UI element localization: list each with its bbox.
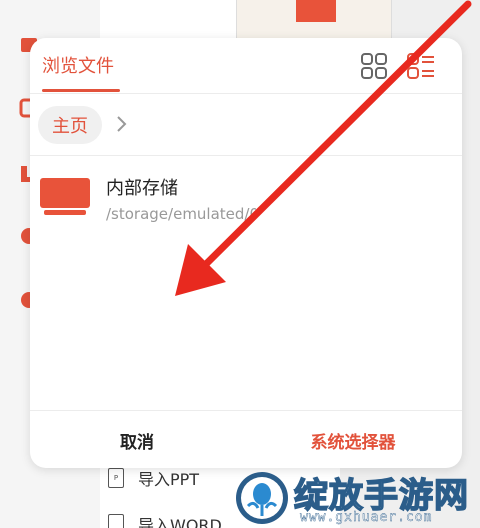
background-thumbnail-accent <box>296 0 336 22</box>
grid-view-icon[interactable] <box>360 52 388 80</box>
breadcrumb: 主页 <box>30 94 462 156</box>
active-tab-indicator <box>42 89 120 92</box>
storage-path: /storage/emulated/0 <box>106 205 256 223</box>
breadcrumb-home[interactable]: 主页 <box>38 106 102 144</box>
document-icon: P <box>108 468 124 488</box>
list-view-icon[interactable] <box>406 52 436 80</box>
document-badge: P <box>113 474 119 482</box>
import-ppt-label: 导入PPT <box>138 470 200 489</box>
list-item-internal-storage[interactable]: 内部存储 /storage/emulated/0 <box>30 158 462 238</box>
dialog-footer: 取消 系统选择器 <box>30 410 462 468</box>
import-word-label: 导入WORD <box>138 516 222 528</box>
browse-files-dialog: 浏览文件 主页 内部存储 /storage/emulated/0 取消 系统选择… <box>30 38 462 468</box>
document-icon <box>108 514 124 528</box>
cancel-button[interactable]: 取消 <box>30 411 244 468</box>
folder-icon <box>40 178 90 215</box>
system-picker-button[interactable]: 系统选择器 <box>244 411 462 468</box>
dialog-header: 浏览文件 <box>30 38 462 94</box>
chevron-right-icon <box>117 116 127 132</box>
watermark-url: www.gxhuaer.com <box>300 510 433 525</box>
tab-browse-files[interactable]: 浏览文件 <box>42 52 114 78</box>
site-watermark: 绽放手游网 www.gxhuaer.com <box>230 466 480 528</box>
storage-name: 内部存储 <box>106 178 178 199</box>
watermark-logo-icon <box>236 472 288 524</box>
background-import-word-row[interactable]: 导入WORD <box>108 512 222 528</box>
background-import-ppt-row[interactable]: P 导入PPT <box>108 466 199 490</box>
